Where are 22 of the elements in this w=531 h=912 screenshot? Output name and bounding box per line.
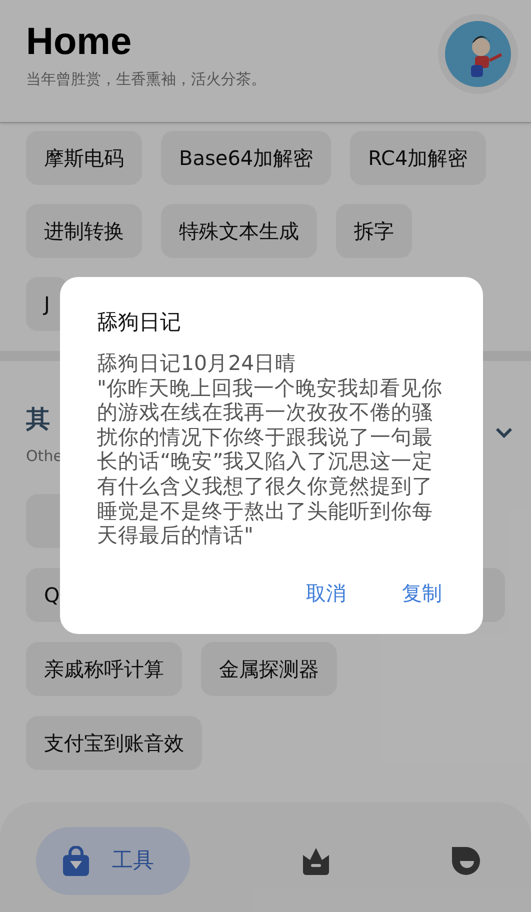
tool-chip[interactable]: 拆字 [336, 204, 412, 258]
shopping-bag-icon [62, 846, 90, 876]
section-title: 其 [26, 404, 51, 435]
tool-chip[interactable]: 特殊文本生成 [161, 204, 317, 258]
dialog-button[interactable]: 取消 [304, 578, 348, 608]
crown-icon [302, 847, 330, 875]
avatar-figure-icon [445, 21, 511, 87]
page-title: Home [26, 20, 133, 64]
tool-chip[interactable]: Base64加解密 [161, 131, 332, 185]
dialog-button[interactable]: 复制 [400, 578, 444, 608]
section-subtitle: Othe [26, 446, 62, 467]
tool-chip[interactable]: 亲戚称呼计算 [26, 642, 182, 696]
face-icon [451, 846, 481, 876]
tool-chip[interactable]: 进制转换 [26, 204, 142, 258]
tool-chip[interactable]: 金属探测器 [201, 642, 337, 696]
tool-chip[interactable]: RC4加解密 [350, 131, 486, 185]
page-subtitle: 当年曾胜赏，生香熏袖，活火分茶。 [26, 69, 266, 90]
dialog-title: 舔狗日记 [97, 309, 182, 336]
tool-chip[interactable]: 摩斯电码 [26, 131, 142, 185]
tool-chip[interactable]: 支付宝到账音效 [26, 716, 202, 770]
chevron-icon[interactable] [495, 427, 513, 439]
dialog-message: 舔狗日记10月24日晴 "你昨天晚上回我一个晚安我却看见你的游戏在线在我再一次孜孜不倦的骚扰你的情况下你终于跟我说了一句最长的话“晚安”我又陷入了沉思这一定有什么含义我想了很久你竟然提到了睡觉是不是终于熬出了头能听到你每天得最后的情话" [97, 351, 444, 548]
